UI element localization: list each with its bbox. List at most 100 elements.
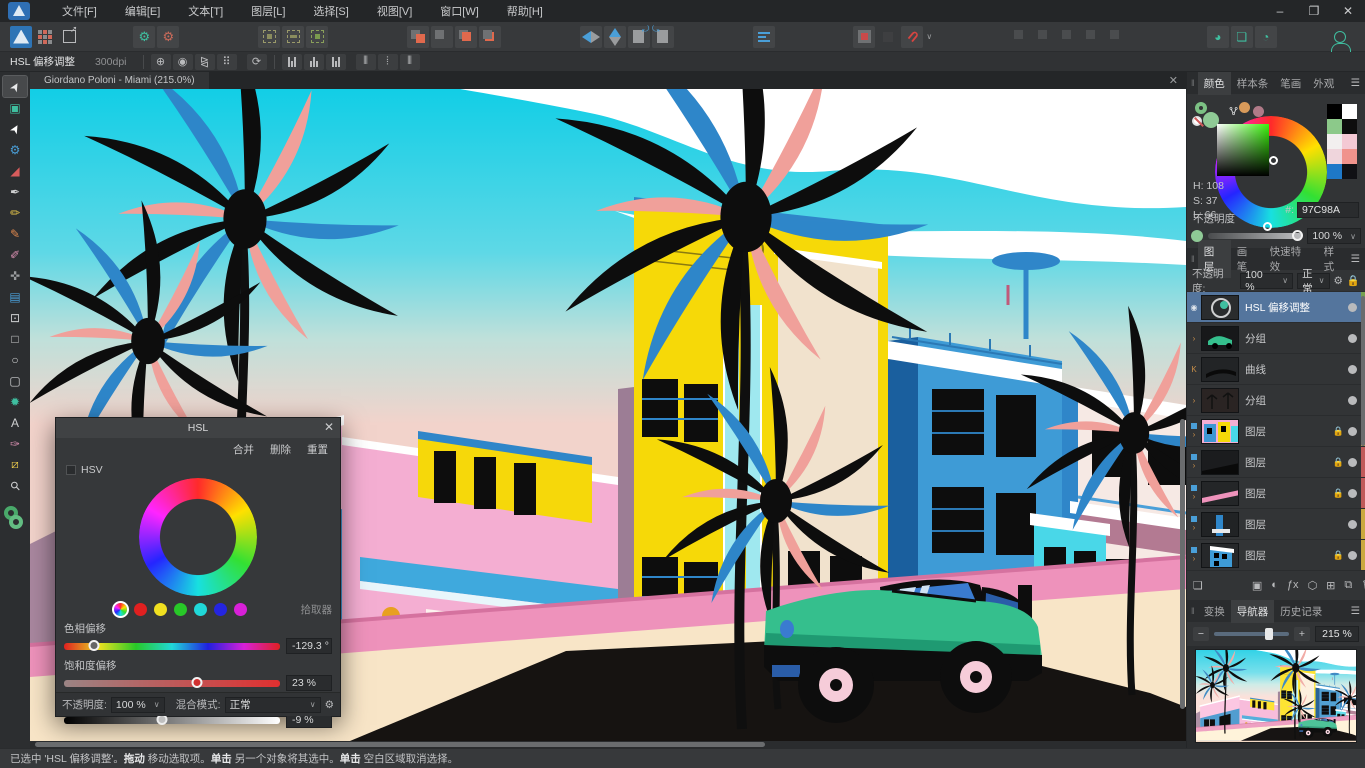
distribute-1-button[interactable]: ⦀ — [356, 54, 376, 70]
layer-expander[interactable]: ◉ — [1187, 303, 1201, 312]
expander-chevron-icon[interactable]: K — [1191, 365, 1196, 374]
shape-tool[interactable]: ✹ — [3, 391, 27, 412]
layer-effects-icon[interactable]: ƒx — [1287, 579, 1299, 592]
blend-options-icon[interactable]: ⬡ — [1308, 579, 1318, 592]
layer-expander[interactable]: › — [1187, 454, 1201, 470]
hsl-dialog-titlebar[interactable]: HSL ✕ — [56, 418, 340, 438]
add-group-icon[interactable]: ⧉ — [1344, 579, 1352, 592]
menu-item[interactable]: 编辑[E] — [111, 0, 174, 22]
expander-chevron-icon[interactable]: › — [1193, 334, 1196, 343]
layer-visibility-toggle[interactable] — [1348, 551, 1357, 560]
menu-item[interactable]: 选择[S] — [299, 0, 362, 22]
expander-chevron-icon[interactable]: › — [1193, 461, 1196, 470]
export-persona-button[interactable] — [58, 26, 80, 48]
hue-swatch[interactable] — [234, 603, 247, 616]
clip-to-canvas-button[interactable]: ❏ — [1231, 26, 1253, 48]
layer-name[interactable]: 分组 — [1245, 331, 1348, 346]
insert-top-button[interactable] — [1010, 26, 1032, 48]
navigator-panel-tab[interactable]: 变换 — [1198, 600, 1231, 623]
color-picker-tool[interactable]: ✑ — [3, 433, 27, 454]
rectangle-tool[interactable]: □ — [3, 328, 27, 349]
opacity-slider[interactable] — [1208, 233, 1302, 239]
auto-select-button[interactable]: ⚙ — [133, 26, 155, 48]
luminosity-shift-slider[interactable] — [64, 717, 280, 724]
menu-item[interactable]: 图层[L] — [237, 0, 299, 22]
swatch[interactable] — [1327, 134, 1342, 149]
insert-inside-button[interactable] — [1058, 26, 1080, 48]
vector-brush-tool[interactable]: ✐ — [3, 244, 27, 265]
canvas-vertical-scrollbar[interactable] — [1180, 419, 1185, 709]
layer-lock-icon[interactable]: 🔒 — [1333, 457, 1344, 468]
layer-row[interactable]: ›图层🔒 — [1187, 478, 1365, 509]
blend-mode-dropdown[interactable]: 正常∨ — [225, 697, 321, 713]
pixel-persona-button[interactable] — [34, 26, 56, 48]
add-layer-icon[interactable]: ⊞ — [1326, 579, 1335, 592]
canvas-horizontal-scrollbar[interactable] — [35, 742, 765, 747]
layer-visibility-toggle[interactable] — [1348, 427, 1357, 436]
zoom-slider[interactable] — [1214, 632, 1289, 636]
panel-grip-icon[interactable]: ‖ — [1191, 78, 1195, 88]
delete-layer-icon[interactable]: 🗑 — [1361, 579, 1365, 592]
layer-name[interactable]: 图层 — [1245, 517, 1348, 532]
layer-thumbnail[interactable] — [1201, 450, 1239, 475]
layer-name[interactable]: 图层 — [1245, 486, 1333, 501]
color-panel-tab[interactable]: 笔画 — [1274, 72, 1307, 95]
saturation-shift-value[interactable]: 23 % — [286, 675, 332, 691]
pixel-view-button[interactable]: ◔ — [1255, 26, 1277, 48]
expander-chevron-icon[interactable]: › — [1193, 396, 1196, 405]
transform-objects-button[interactable] — [282, 26, 304, 48]
hsv-checkbox[interactable] — [66, 465, 76, 475]
insert-behind-button[interactable] — [1034, 26, 1056, 48]
node-tool[interactable]: ➤ — [3, 118, 27, 139]
layer-row[interactable]: ›分组 — [1187, 385, 1365, 416]
adjustment-layer-icon[interactable]: ◐ — [1271, 579, 1278, 592]
layer-thumbnail[interactable] — [1201, 357, 1239, 382]
zoom-in-button[interactable]: + — [1294, 627, 1310, 641]
replace-selection-button[interactable] — [1082, 26, 1104, 48]
transform-mode-button[interactable] — [258, 26, 280, 48]
mirror-button[interactable]: ⧎ — [195, 54, 215, 70]
menu-item[interactable]: 文本[T] — [174, 0, 237, 22]
rotate-ccw-button[interactable] — [628, 26, 650, 48]
layers-scrollbar[interactable] — [1361, 296, 1365, 446]
layer-row[interactable]: › 分组 — [1187, 323, 1365, 354]
align-left-button[interactable] — [282, 54, 302, 70]
minimize-button[interactable]: – — [1263, 0, 1297, 22]
layer-lock-icon[interactable]: 🔒 — [1333, 550, 1344, 561]
hue-swatch[interactable] — [214, 603, 227, 616]
layer-row[interactable]: ◉HSL 偏移调整 — [1187, 292, 1365, 323]
layer-thumbnail[interactable] — [1201, 388, 1239, 413]
layer-name[interactable]: 图层 — [1245, 548, 1333, 563]
layer-visibility-toggle[interactable] — [1348, 334, 1357, 343]
hue-shift-slider[interactable] — [64, 643, 280, 650]
layer-expander[interactable]: › — [1187, 334, 1201, 343]
panel-grip-icon[interactable]: ‖ — [1191, 254, 1195, 264]
panel-grip-icon[interactable]: ‖ — [1191, 606, 1195, 616]
layer-visibility-toggle[interactable] — [1348, 489, 1357, 498]
color-panel-tab[interactable]: 外观 — [1307, 72, 1340, 95]
pencil-tool[interactable]: ✏ — [3, 202, 27, 223]
layer-row[interactable]: ›图层 — [1187, 509, 1365, 540]
boolean-intersect-button[interactable] — [455, 26, 477, 48]
layers-panel-menu-icon[interactable]: ☰ — [1351, 253, 1360, 265]
close-button[interactable]: ✕ — [1331, 0, 1365, 22]
layer-expander[interactable]: › — [1187, 396, 1201, 405]
brush-tool[interactable]: ✎ — [3, 223, 27, 244]
text-tool[interactable]: A — [3, 412, 27, 433]
hue-all-swatch[interactable] — [114, 603, 127, 616]
layer-visibility-toggle[interactable] — [1348, 365, 1357, 374]
menu-item[interactable]: 视图[V] — [363, 0, 426, 22]
move-tool[interactable]: ➤ — [3, 76, 27, 97]
hue-swatch[interactable] — [194, 603, 207, 616]
hex-input[interactable]: 97C98A — [1297, 202, 1359, 218]
hue-swatch[interactable] — [154, 603, 167, 616]
layer-expander[interactable]: › — [1187, 485, 1201, 501]
layer-expander[interactable]: › — [1187, 547, 1201, 563]
pen-tool[interactable]: ✒ — [3, 181, 27, 202]
canvas[interactable]: HSL ✕ 合并 删除 重置 HSV 拾取器 色相偏移 — [30, 89, 1186, 741]
expander-chevron-icon[interactable]: › — [1193, 430, 1196, 439]
rotate-cw-button[interactable] — [652, 26, 674, 48]
layer-visibility-toggle[interactable] — [1348, 396, 1357, 405]
edit-all-layers-button[interactable]: ⚙ — [157, 26, 179, 48]
corner-tool[interactable]: ◢ — [3, 160, 27, 181]
